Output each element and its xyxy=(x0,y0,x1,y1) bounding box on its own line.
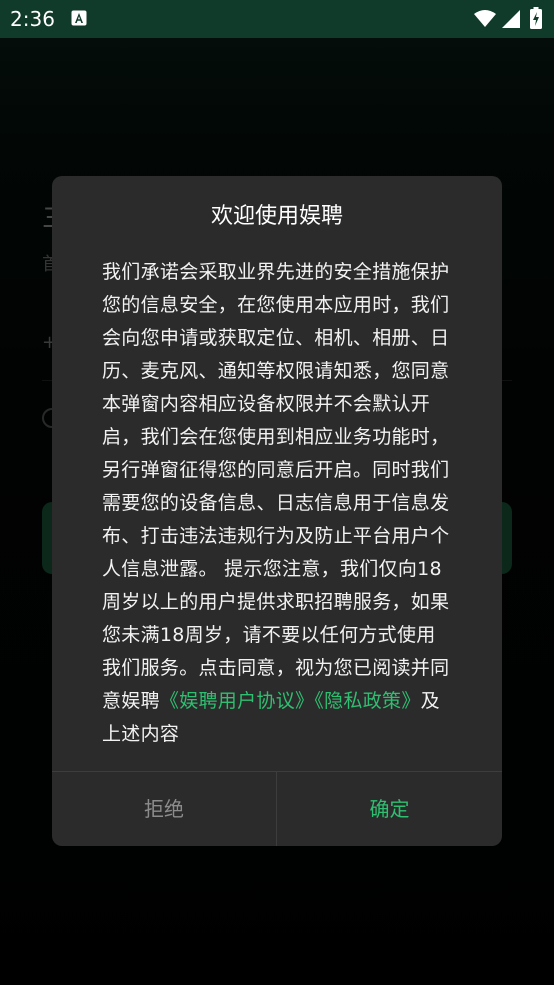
user-agreement-link[interactable]: 《娱聘用户协议》 xyxy=(160,690,314,712)
battery-charging-icon xyxy=(530,7,542,29)
wifi-icon xyxy=(474,10,496,27)
dialog-footer: 拒绝 确定 xyxy=(52,771,502,846)
dialog-body: 我们承诺会采取业界先进的安全措施保护您的信息安全，在您使用本应用时，我们会向您申… xyxy=(102,256,452,751)
reject-button[interactable]: 拒绝 xyxy=(52,772,276,846)
signal-icon xyxy=(502,10,520,28)
notification-a-icon xyxy=(71,10,87,26)
status-time: 2:36 xyxy=(10,7,55,31)
privacy-policy-link[interactable]: 《隐私政策》 xyxy=(314,690,420,712)
screen: 2:36 三 首 + 欢迎使用娱聘 我们承诺会采取业界先进的安全措施保护您的信息… xyxy=(0,0,554,985)
status-bar: 2:36 xyxy=(0,0,554,38)
confirm-button[interactable]: 确定 xyxy=(277,772,502,846)
dialog-title: 欢迎使用娱聘 xyxy=(210,204,343,229)
dialog-body-text: 我们承诺会采取业界先进的安全措施保护您的信息安全，在您使用本应用时，我们会向您申… xyxy=(102,261,450,712)
privacy-dialog: 欢迎使用娱聘 我们承诺会采取业界先进的安全措施保护您的信息安全，在您使用本应用时… xyxy=(52,176,502,846)
